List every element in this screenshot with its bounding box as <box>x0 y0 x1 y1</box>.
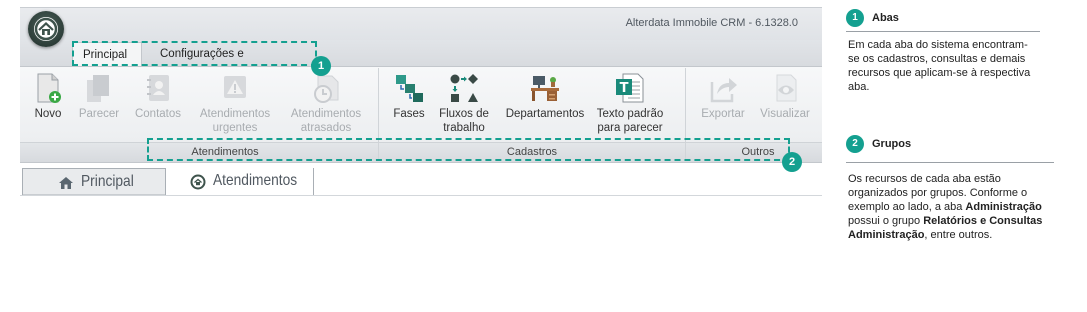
house-logo-icon <box>34 17 58 41</box>
fluxos-de-trabalho-button[interactable]: Fluxos de trabalho <box>424 70 504 135</box>
document-tab-label: Atendimentos <box>213 172 298 189</box>
export-icon <box>707 72 739 104</box>
fluxos-de-trabalho-label: Fluxos de trabalho <box>439 108 489 134</box>
application-menu-button[interactable] <box>28 11 64 47</box>
help-title-abas: Abas <box>872 12 899 24</box>
help-text-grupos: Os recursos de cada aba estão organizado… <box>848 173 1043 241</box>
contatos-label: Contatos <box>134 108 182 120</box>
document-tab-principal[interactable]: Principal <box>22 168 166 195</box>
document-tab-atendimentos[interactable]: Atendimentos <box>170 168 314 195</box>
document-tab-label: Principal <box>81 173 134 190</box>
divider <box>846 31 1040 32</box>
atendimentos-atrasados-label: Atendimentos atrasados <box>290 108 362 134</box>
texto-padrao-label: Texto padrão para parecer <box>596 108 664 134</box>
departamentos-button[interactable]: Departamentos <box>505 70 585 121</box>
divider <box>846 162 1054 163</box>
clock-icon <box>310 72 342 104</box>
app-logo-icon <box>190 174 206 190</box>
home-icon <box>59 177 73 189</box>
tabs-highlight-outline <box>72 41 317 66</box>
svg-text:T: T <box>620 81 629 96</box>
help-badge-1: 1 <box>846 9 864 27</box>
contatos-button[interactable]: Contatos <box>118 70 198 121</box>
department-desk-icon <box>529 72 561 104</box>
window-title: Alterdata Immobile CRM - 6.1328.0 <box>625 17 798 29</box>
eye-icon <box>769 72 801 104</box>
atendimentos-urgentes-label: Atendimentos urgentes <box>199 108 271 134</box>
help-title-grupos: Grupos <box>872 138 912 150</box>
visualizar-label: Visualizar <box>760 108 810 120</box>
document-tabs-baseline <box>20 195 822 196</box>
groups-highlight-outline <box>147 138 790 161</box>
callout-badge-2: 2 <box>782 152 802 172</box>
title-bar: Alterdata Immobile CRM - 6.1328.0 <box>20 7 822 41</box>
departamentos-label: Departamentos <box>505 108 585 120</box>
warning-icon <box>219 72 251 104</box>
phases-icon <box>393 72 425 104</box>
address-book-icon <box>142 72 174 104</box>
atendimentos-atrasados-button[interactable]: Atendimentos atrasados <box>286 70 366 135</box>
help-text-abas: Em cada aba do sistema encontram-se os c… <box>848 39 1031 93</box>
texto-padrao-button[interactable]: T Texto padrão para parecer <box>590 70 670 135</box>
text-template-icon: T <box>614 72 646 104</box>
copy-pages-icon <box>83 72 115 104</box>
help-badge-2: 2 <box>846 135 864 153</box>
callout-badge-1: 1 <box>311 56 331 76</box>
atendimentos-urgentes-button[interactable]: Atendimentos urgentes <box>195 70 275 135</box>
workflow-icon <box>448 72 480 104</box>
visualizar-button[interactable]: Visualizar <box>745 70 825 121</box>
